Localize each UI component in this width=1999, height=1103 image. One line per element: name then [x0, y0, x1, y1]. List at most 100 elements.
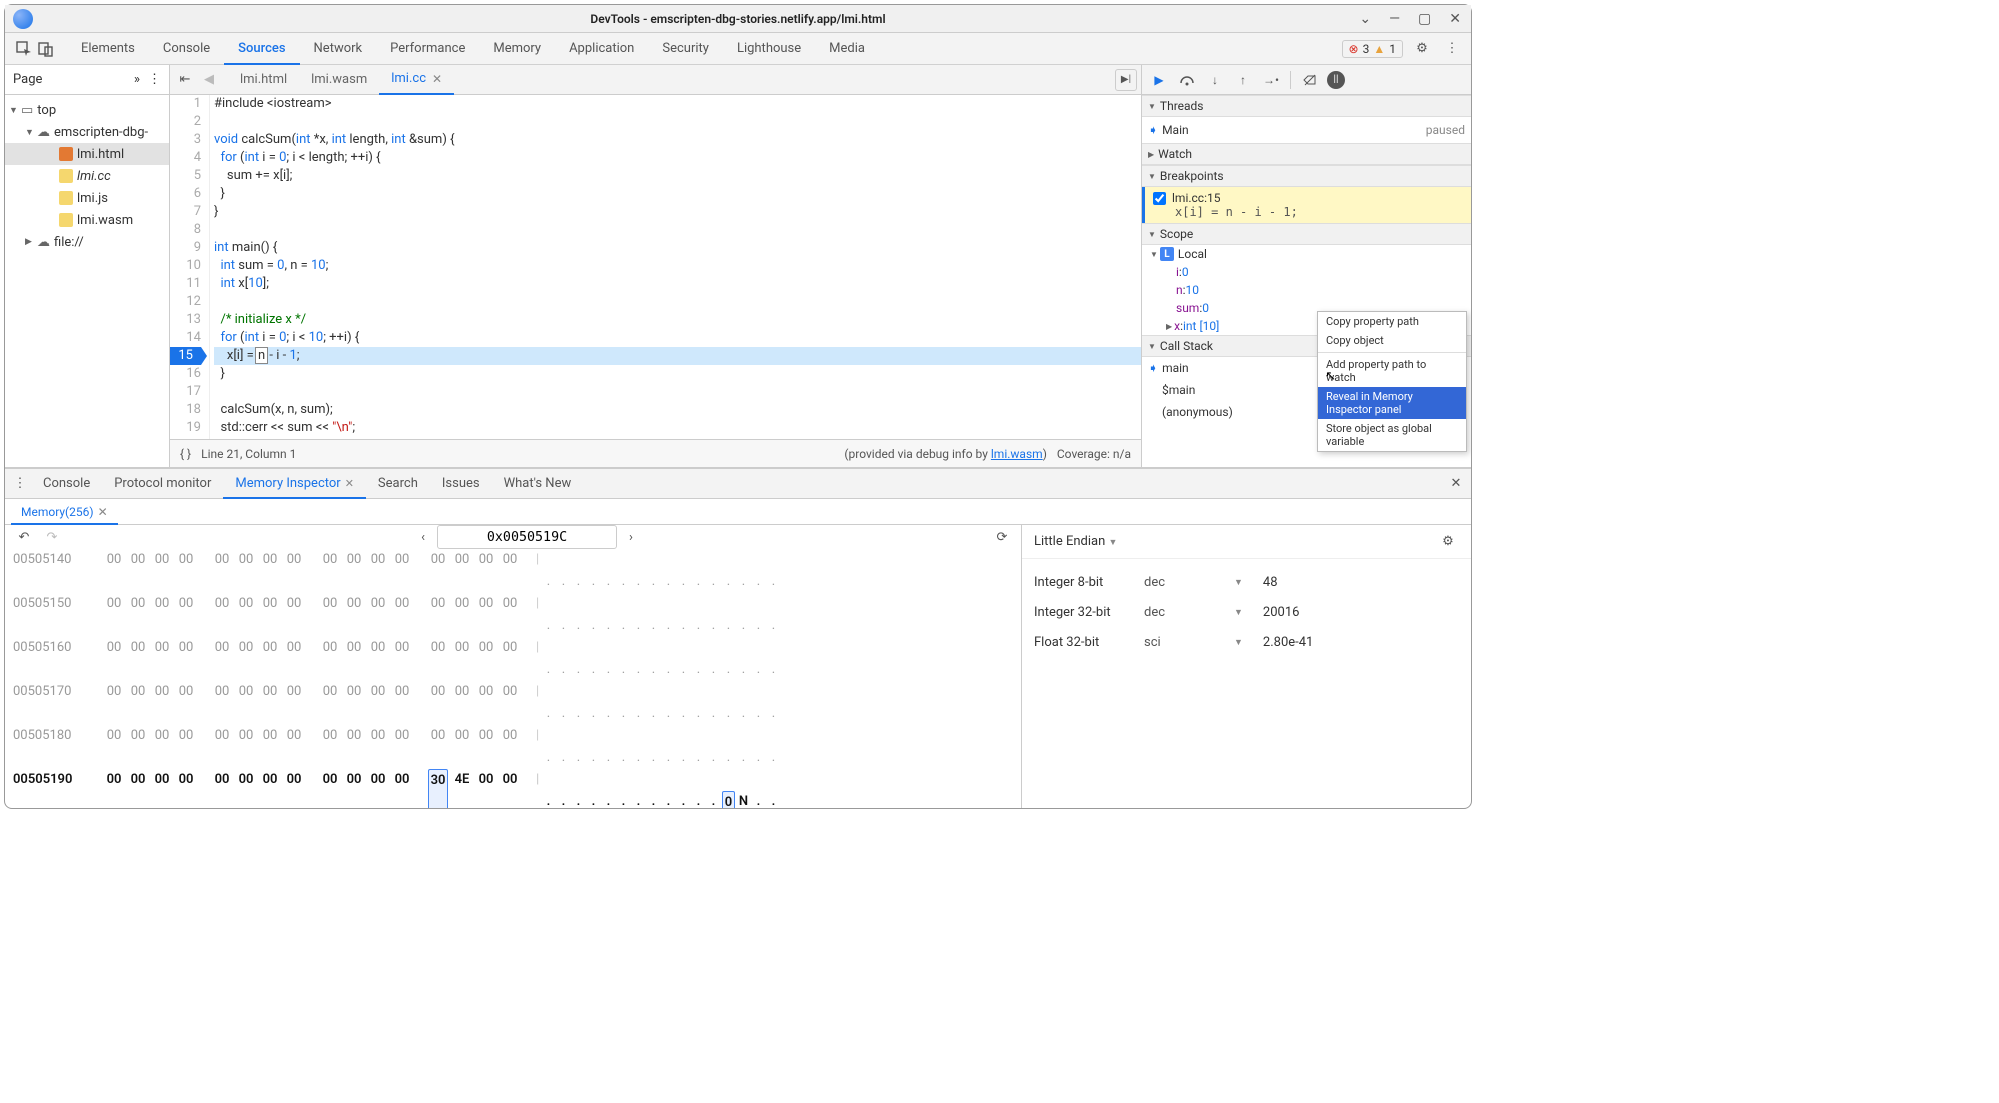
- editor-tab-lmi.cc[interactable]: lmi.cc✕: [379, 65, 454, 95]
- close-icon[interactable]: ✕: [345, 477, 354, 490]
- hex-controls: ↶ ↷ ‹ › ⟳: [5, 525, 1021, 549]
- drawer-tab-protocol-monitor[interactable]: Protocol monitor: [102, 469, 223, 499]
- drawer-menu-icon[interactable]: ⋮: [9, 473, 31, 495]
- close-icon[interactable]: ✕: [98, 505, 108, 519]
- breakpoints-section[interactable]: ▼Breakpoints: [1142, 165, 1471, 187]
- redo-icon[interactable]: ↷: [41, 526, 63, 548]
- deactivate-bp-icon[interactable]: [1299, 69, 1321, 91]
- main-tab-sources[interactable]: Sources: [224, 33, 299, 65]
- ctx-copy-property-path[interactable]: Copy property path: [1318, 312, 1466, 331]
- editor-tab-lmi.wasm[interactable]: lmi.wasm: [299, 65, 379, 95]
- error-icon: ⊗: [1349, 42, 1359, 56]
- drawer-tab-what's-new[interactable]: What's New: [492, 469, 584, 499]
- more-tabs-icon[interactable]: »: [134, 72, 140, 87]
- coverage-label: Coverage: n/a: [1057, 447, 1131, 461]
- watch-section[interactable]: ▶Watch: [1142, 143, 1471, 165]
- memory-tab[interactable]: Memory(256)✕: [11, 499, 118, 525]
- undo-icon[interactable]: ↶: [13, 526, 35, 548]
- device-toggle-icon[interactable]: [35, 38, 57, 60]
- main-toolbar: ElementsConsoleSourcesNetworkPerformance…: [5, 33, 1471, 65]
- refresh-icon[interactable]: ⟳: [991, 526, 1013, 548]
- main-tab-security[interactable]: Security: [648, 33, 723, 65]
- breakpoint-checkbox[interactable]: [1153, 192, 1166, 205]
- editor-tabs: ⇤ ◀ lmi.htmllmi.wasmlmi.cc✕ ▶|: [170, 65, 1141, 95]
- value-integer-8-bit: Integer 8-bitdec▼48: [1034, 567, 1459, 597]
- scope-var-i[interactable]: i: 0: [1150, 263, 1471, 281]
- window-title: DevTools - emscripten-dbg-stories.netlif…: [590, 12, 885, 26]
- main-tab-application[interactable]: Application: [555, 33, 648, 65]
- context-menu: Copy property pathCopy object Add propert…: [1317, 311, 1467, 452]
- main-tab-console[interactable]: Console: [149, 33, 224, 65]
- file-lmi.js[interactable]: lmi.js: [5, 187, 169, 209]
- step-out-icon[interactable]: ↑: [1232, 69, 1254, 91]
- maximize-button[interactable]: ▢: [1414, 11, 1435, 27]
- hex-viewer[interactable]: 0050514000000000000000000000000000000000…: [5, 549, 1021, 808]
- memory-subtabs: Memory(256)✕: [5, 499, 1471, 525]
- next-page-icon[interactable]: ›: [623, 530, 639, 545]
- value-settings-icon[interactable]: ⚙: [1437, 531, 1459, 553]
- inspect-icon[interactable]: [13, 38, 35, 60]
- step-over-icon[interactable]: [1176, 69, 1198, 91]
- page-menu-icon[interactable]: ⋮: [148, 72, 161, 87]
- thread-main[interactable]: ➧Mainpaused: [1142, 119, 1471, 141]
- drawer-tab-issues[interactable]: Issues: [430, 469, 492, 499]
- tree-origin[interactable]: ▼☁emscripten-dbg-: [5, 121, 169, 143]
- nav-back-icon[interactable]: ◀: [198, 69, 220, 91]
- scope-local[interactable]: ▼LLocal: [1150, 245, 1471, 263]
- drawer-close-icon[interactable]: ✕: [1445, 473, 1467, 495]
- address-input[interactable]: [437, 525, 617, 549]
- ctx-copy-object[interactable]: Copy object: [1318, 331, 1466, 350]
- endian-select[interactable]: Little Endian: [1034, 534, 1105, 549]
- editor-status-bar: { } Line 21, Column 1 (provided via debu…: [170, 439, 1141, 467]
- prev-page-icon[interactable]: ‹: [415, 530, 431, 545]
- cursor-pointer-icon: ↖: [1325, 369, 1336, 384]
- issues-badge[interactable]: ⊗3 ▲1: [1342, 40, 1403, 58]
- file-lmi.cc[interactable]: lmi.cc: [5, 165, 169, 187]
- value-float-32-bit: Float 32-bitsci▼2.80e-41: [1034, 627, 1459, 657]
- pause-exceptions-icon[interactable]: ||: [1327, 71, 1345, 89]
- main-tab-media[interactable]: Media: [815, 33, 879, 65]
- drawer-tab-search[interactable]: Search: [366, 469, 430, 499]
- main-tab-lighthouse[interactable]: Lighthouse: [723, 33, 815, 65]
- main-tab-elements[interactable]: Elements: [67, 33, 149, 65]
- cursor-position: Line 21, Column 1: [201, 447, 296, 461]
- run-snippet-icon[interactable]: ▶|: [1115, 69, 1137, 91]
- more-icon[interactable]: ⋮: [1441, 38, 1463, 60]
- nav-toggle-icon[interactable]: ⇤: [174, 69, 196, 91]
- drawer-tab-memory-inspector[interactable]: Memory Inspector✕: [223, 469, 366, 499]
- main-tab-performance[interactable]: Performance: [376, 33, 479, 65]
- settings-icon[interactable]: ⚙: [1411, 38, 1433, 60]
- minimize-icon[interactable]: ⌄: [1355, 11, 1375, 27]
- scope-var-n[interactable]: n: 10: [1150, 281, 1471, 299]
- close-icon[interactable]: ✕: [432, 72, 442, 86]
- code-editor[interactable]: 123456789101112131415161718192021 #inclu…: [170, 95, 1141, 439]
- ctx-store-object-as-global-variable[interactable]: Store object as global variable: [1318, 419, 1466, 451]
- resume-icon[interactable]: ▶: [1148, 69, 1170, 91]
- step-into-icon[interactable]: ↓: [1204, 69, 1226, 91]
- main-tab-network[interactable]: Network: [300, 33, 377, 65]
- scope-section[interactable]: ▼Scope: [1142, 223, 1471, 245]
- debugger-toolbar: ▶ ↓ ↑ →• ||: [1142, 65, 1471, 95]
- file-lmi.wasm[interactable]: lmi.wasm: [5, 209, 169, 231]
- file-lmi.html[interactable]: lmi.html: [5, 143, 169, 165]
- ctx-reveal-in-memory-inspector-panel[interactable]: Reveal in Memory Inspector panel: [1318, 387, 1466, 419]
- titlebar: DevTools - emscripten-dbg-stories.netlif…: [5, 5, 1471, 33]
- page-pane-header: Page » ⋮: [5, 65, 169, 95]
- pretty-print-icon[interactable]: { }: [180, 447, 191, 461]
- tree-top[interactable]: ▼▭top: [5, 99, 169, 121]
- file-tree: ▼▭top ▼☁emscripten-dbg- lmi.htmllmi.cclm…: [5, 95, 169, 467]
- drawer-tab-console[interactable]: Console: [31, 469, 102, 499]
- threads-section[interactable]: ▼Threads: [1142, 95, 1471, 117]
- page-pane-title: Page: [13, 72, 42, 87]
- step-icon[interactable]: →•: [1260, 69, 1282, 91]
- ctx-add-property-path-to-watch[interactable]: Add property path to watch: [1318, 355, 1466, 387]
- drawer-tabs: ⋮ ConsoleProtocol monitorMemory Inspecto…: [5, 469, 1471, 499]
- minimize-button[interactable]: —: [1385, 11, 1404, 27]
- close-button[interactable]: ✕: [1445, 11, 1465, 27]
- editor-tab-lmi.html[interactable]: lmi.html: [228, 65, 299, 95]
- breakpoint-item[interactable]: lmi.cc:15 x[i] = n - i - 1;: [1142, 187, 1471, 223]
- value-integer-32-bit: Integer 32-bitdec▼20016: [1034, 597, 1459, 627]
- tree-file-proto[interactable]: ▶☁file://: [5, 231, 169, 253]
- main-tab-memory[interactable]: Memory: [479, 33, 555, 65]
- source-map-info: (provided via debug info by lmi.wasm): [844, 447, 1046, 461]
